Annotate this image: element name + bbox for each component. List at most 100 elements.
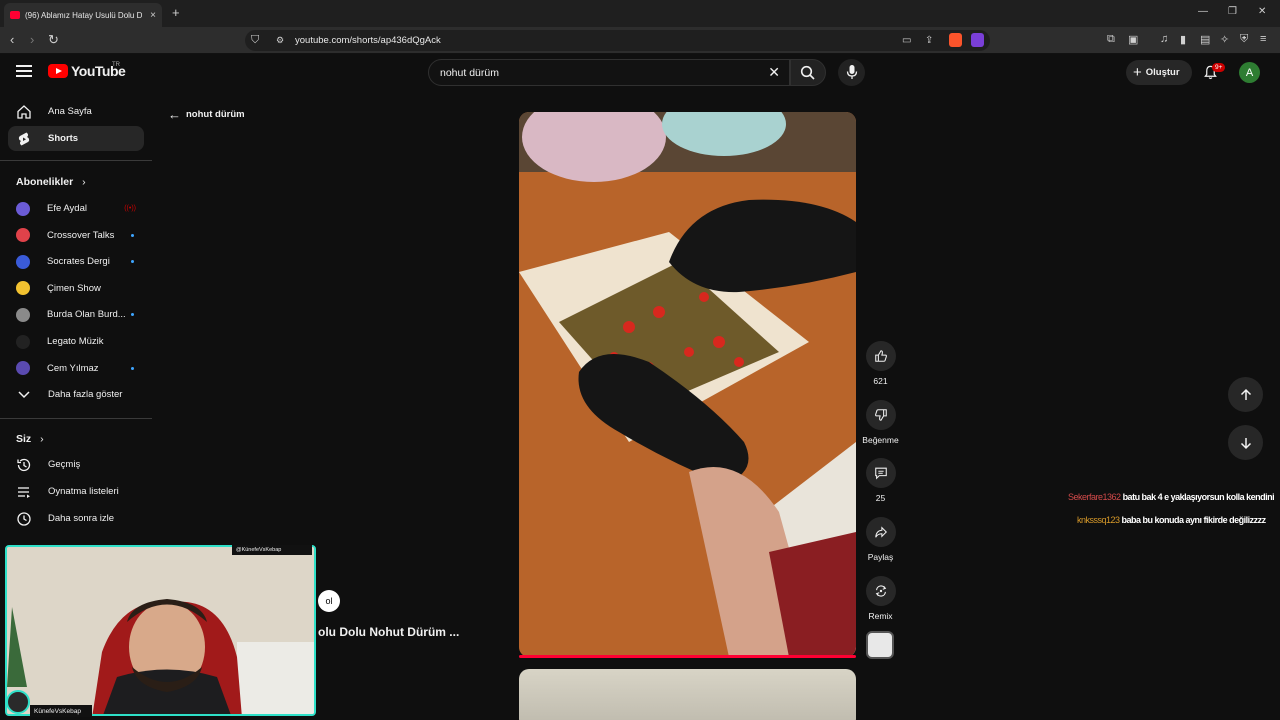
new-content-dot bbox=[131, 233, 134, 237]
like-count: 621 bbox=[873, 376, 888, 386]
live-indicator-icon: ((•)) bbox=[124, 205, 136, 212]
browser-tab[interactable]: (96) Ablamız Hatay Usulü Dolu D × bbox=[4, 3, 162, 27]
search-query: nohut dürüm bbox=[440, 67, 499, 79]
sidebar-item-home[interactable]: Ana Sayfa bbox=[8, 99, 144, 124]
chat-text: batu bak 4 e yaklaşıyorsun kolla kendini bbox=[1122, 492, 1275, 502]
clock-icon bbox=[16, 511, 32, 527]
voice-search-button[interactable] bbox=[838, 59, 865, 86]
search-button[interactable] bbox=[790, 59, 826, 86]
you-heading[interactable]: Siz › bbox=[16, 433, 44, 445]
microphone-icon bbox=[846, 65, 858, 79]
video-frame-image bbox=[519, 112, 856, 657]
account-avatar[interactable]: A bbox=[1239, 62, 1260, 83]
address-bar-row: ‹ › ↻ ⛉ ⚙ youtube.com/shorts/ap436dQgAck… bbox=[0, 27, 1280, 54]
sidebar-toggle-icon[interactable]: ▮ bbox=[1180, 33, 1186, 46]
home-icon bbox=[16, 104, 32, 120]
sidebar-item-subscription[interactable]: Socrates Dergi bbox=[8, 249, 144, 274]
brave-rewards-icon[interactable] bbox=[971, 33, 984, 47]
sidebar-item-subscription[interactable]: Legato Müzik bbox=[8, 329, 144, 354]
remix-icon bbox=[875, 585, 886, 597]
vpn-shield-icon[interactable]: ⛨ bbox=[1240, 33, 1248, 46]
history-icon bbox=[16, 457, 32, 473]
browser-tab-bar: (96) Ablamız Hatay Usulü Dolu D × + — ❐ … bbox=[0, 0, 1280, 27]
clear-search-icon[interactable]: ✕ bbox=[768, 64, 780, 81]
minimize-icon[interactable]: — bbox=[1198, 6, 1208, 17]
subscriptions-heading[interactable]: Abonelikler › bbox=[16, 176, 86, 188]
channel-pill[interactable]: ol bbox=[318, 590, 340, 612]
close-tab-icon[interactable]: × bbox=[150, 10, 156, 21]
channel-avatar bbox=[16, 254, 30, 269]
sidebar-divider bbox=[0, 418, 152, 419]
chevron-down-icon bbox=[16, 387, 32, 403]
remix-button[interactable]: Remix bbox=[864, 576, 897, 621]
back-to-search-button[interactable]: ← nohut dürüm bbox=[168, 107, 245, 122]
sidebar-item-label: Daha sonra izle bbox=[48, 513, 115, 524]
like-button[interactable]: 621 bbox=[864, 341, 897, 386]
arrow-left-icon: ← bbox=[168, 107, 181, 122]
sidebar-item-label: Efe Aydal bbox=[47, 203, 87, 214]
wallet-icon[interactable]: ▤ bbox=[1200, 33, 1210, 46]
sidebar-item-label: Socrates Dergi bbox=[47, 256, 110, 268]
menu-icon[interactable]: ≡ bbox=[1260, 33, 1266, 45]
sidebar-item-watch-later[interactable]: Daha sonra izle bbox=[8, 506, 144, 531]
brave-shield-icon[interactable] bbox=[949, 33, 962, 47]
sidebar-divider bbox=[0, 160, 152, 161]
share-page-icon[interactable]: ⇪ bbox=[925, 35, 933, 46]
streamer-webcam-image bbox=[7, 547, 314, 714]
previous-short-button[interactable] bbox=[1228, 377, 1263, 412]
show-more-button[interactable]: Daha fazla göster bbox=[8, 382, 144, 407]
site-info-icon[interactable]: ⚙ bbox=[276, 35, 284, 46]
channel-avatar bbox=[16, 334, 30, 349]
sound-source-avatar[interactable] bbox=[866, 631, 894, 659]
music-icon[interactable]: ♫ bbox=[1160, 33, 1168, 45]
region-code: TR bbox=[112, 62, 120, 68]
search-icon bbox=[800, 65, 815, 80]
sidebar-item-label: Geçmiş bbox=[48, 459, 81, 470]
share-button[interactable]: Paylaş bbox=[864, 517, 897, 562]
next-short-preview[interactable] bbox=[519, 669, 856, 720]
sidebar-item-subscription[interactable]: Cem Yılmaz bbox=[8, 356, 144, 381]
comments-button[interactable]: 25 bbox=[864, 458, 897, 503]
chat-message: Sekerfare1362 batu bak 4 e yaklaşıyorsun… bbox=[1068, 492, 1275, 502]
cast-icon[interactable]: ▭ bbox=[902, 35, 911, 46]
sidebar-item-shorts[interactable]: Shorts bbox=[8, 126, 144, 151]
sidebar-item-history[interactable]: Geçmiş bbox=[8, 452, 144, 477]
leo-ai-icon[interactable]: ✧ bbox=[1220, 33, 1229, 46]
bookmark-icon[interactable]: ⛉ bbox=[251, 34, 259, 47]
hamburger-menu-icon[interactable] bbox=[16, 65, 32, 80]
dislike-button[interactable]: Beğenme bbox=[862, 400, 899, 445]
notifications-badge: 9+ bbox=[1212, 63, 1226, 72]
sidebar-item-subscription[interactable]: Efe Aydal ((•)) bbox=[8, 196, 144, 221]
url-text[interactable]: youtube.com/shorts/ap436dQgAck bbox=[295, 35, 441, 46]
close-window-icon[interactable]: ✕ bbox=[1258, 6, 1266, 17]
sidebar-item-subscription[interactable]: Burda Olan Burd... bbox=[8, 302, 144, 327]
tab-search-icon[interactable]: ▣ bbox=[1128, 33, 1138, 46]
shorts-video-player[interactable] bbox=[519, 112, 856, 657]
sidebar-item-subscription[interactable]: Çimen Show bbox=[8, 276, 144, 301]
forward-nav-icon[interactable]: › bbox=[30, 32, 34, 47]
create-button[interactable]: + Oluştur bbox=[1126, 60, 1192, 85]
sidebar-item-label: Daha fazla göster bbox=[48, 389, 123, 400]
remix-circle bbox=[865, 576, 896, 606]
back-nav-icon[interactable]: ‹ bbox=[10, 32, 14, 47]
chevron-right-icon: › bbox=[40, 433, 44, 445]
channel-avatar bbox=[16, 228, 30, 243]
sidebar-item-label: Crossover Talks bbox=[47, 229, 115, 241]
new-content-dot bbox=[131, 260, 134, 264]
sidebar-item-label: Ana Sayfa bbox=[48, 106, 92, 117]
next-short-button[interactable] bbox=[1228, 425, 1263, 460]
extensions-icon[interactable]: ⧉ bbox=[1107, 33, 1115, 46]
maximize-icon[interactable]: ❐ bbox=[1228, 6, 1237, 17]
webcam-overlay bbox=[5, 545, 316, 716]
omnibox[interactable]: ⛉ ⚙ youtube.com/shorts/ap436dQgAck ▭ ⇪ bbox=[245, 30, 990, 51]
sidebar-item-subscription[interactable]: Crossover Talks bbox=[8, 223, 144, 248]
new-content-dot bbox=[131, 313, 134, 317]
new-tab-button[interactable]: + bbox=[172, 5, 180, 20]
video-progress-bar[interactable] bbox=[519, 655, 856, 658]
video-title[interactable]: olu Dolu Nohut Dürüm ... bbox=[318, 625, 459, 639]
youtube-logo[interactable]: YouTube TR bbox=[48, 62, 126, 79]
reload-icon[interactable]: ↻ bbox=[48, 32, 59, 48]
search-input[interactable]: nohut dürüm ✕ bbox=[428, 59, 790, 86]
chat-username: Sekerfare1362 bbox=[1068, 492, 1121, 502]
sidebar-item-playlists[interactable]: Oynatma listeleri bbox=[8, 479, 144, 504]
